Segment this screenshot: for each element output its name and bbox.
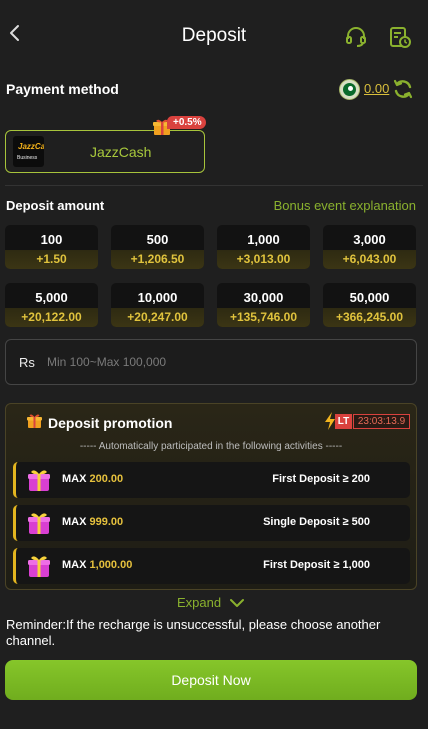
- max-value: 999.00: [89, 516, 124, 528]
- limited-time-badge: LT: [335, 414, 352, 429]
- amount-option[interactable]: 5,000 +20,122.00: [5, 283, 98, 327]
- max-value: 200.00: [89, 473, 124, 485]
- amount-option[interactable]: 50,000 +366,245.00: [323, 283, 416, 327]
- expand-button[interactable]: Expand: [177, 595, 221, 610]
- amount-option[interactable]: 3,000 +6,043.00: [323, 225, 416, 269]
- amount-option[interactable]: 10,000 +20,247.00: [111, 283, 204, 327]
- promotion-row[interactable]: MAX 999.00 Single Deposit ≥ 500: [13, 505, 410, 541]
- promotion-title: Deposit promotion: [48, 415, 173, 431]
- promotion-condition: Single Deposit ≥ 500: [263, 516, 370, 528]
- reminder-text: Reminder:If the recharge is unsuccessful…: [6, 617, 381, 648]
- deposit-amount-input[interactable]: [47, 350, 387, 374]
- amount-option[interactable]: 100 +1.50: [5, 225, 98, 269]
- max-label: MAX: [62, 516, 87, 528]
- gift-box-icon: [28, 556, 50, 577]
- amount-option[interactable]: 500 +1,206.50: [111, 225, 204, 269]
- payment-method-jazzcash[interactable]: JazzCash Business JazzCash: [5, 130, 205, 173]
- chevron-down-icon[interactable]: [230, 597, 244, 609]
- pakistan-flag-icon: [339, 79, 360, 100]
- header-bar: Deposit: [0, 0, 428, 72]
- amount-option[interactable]: 30,000 +135,746.00: [217, 283, 310, 327]
- promotion-row[interactable]: MAX 200.00 First Deposit ≥ 200: [13, 462, 410, 498]
- bonus-event-link[interactable]: Bonus event explanation: [274, 198, 416, 213]
- payment-method-name: JazzCash: [90, 144, 152, 160]
- currency-prefix: Rs: [19, 355, 35, 370]
- promotion-condition: First Deposit ≥ 200: [272, 473, 370, 485]
- gift-box-icon: [28, 513, 50, 534]
- gift-box-icon: [28, 470, 50, 491]
- divider: [5, 185, 423, 186]
- payment-method-label: Payment method: [6, 81, 119, 97]
- max-label: MAX: [62, 473, 87, 485]
- deposit-now-button[interactable]: Deposit Now: [5, 660, 417, 700]
- refresh-icon[interactable]: [392, 78, 414, 100]
- promotion-row[interactable]: MAX 1,000.00 First Deposit ≥ 1,000: [13, 548, 410, 584]
- max-value: 1,000.00: [89, 559, 133, 571]
- promotion-subtitle: ----- Automatically participated in the …: [79, 441, 343, 452]
- records-clock-icon[interactable]: [388, 25, 412, 49]
- balance-value[interactable]: 0.00: [364, 81, 389, 96]
- deposit-promotion-panel: Deposit promotion LT 23:03:13.9 ----- Au…: [5, 403, 417, 590]
- amount-option[interactable]: 1,000 +3,013.00: [217, 225, 310, 269]
- jazzcash-logo: JazzCash Business: [13, 136, 44, 167]
- deposit-amount-field[interactable]: Rs: [5, 339, 417, 385]
- promotion-condition: First Deposit ≥ 1,000: [263, 559, 370, 571]
- deposit-amount-label: Deposit amount: [6, 198, 105, 213]
- bonus-percent-badge: +0.5%: [167, 116, 206, 129]
- gift-icon: [27, 414, 42, 428]
- countdown-timer: 23:03:13.9: [353, 414, 410, 429]
- max-label: MAX: [62, 559, 87, 571]
- headset-icon[interactable]: [344, 25, 368, 49]
